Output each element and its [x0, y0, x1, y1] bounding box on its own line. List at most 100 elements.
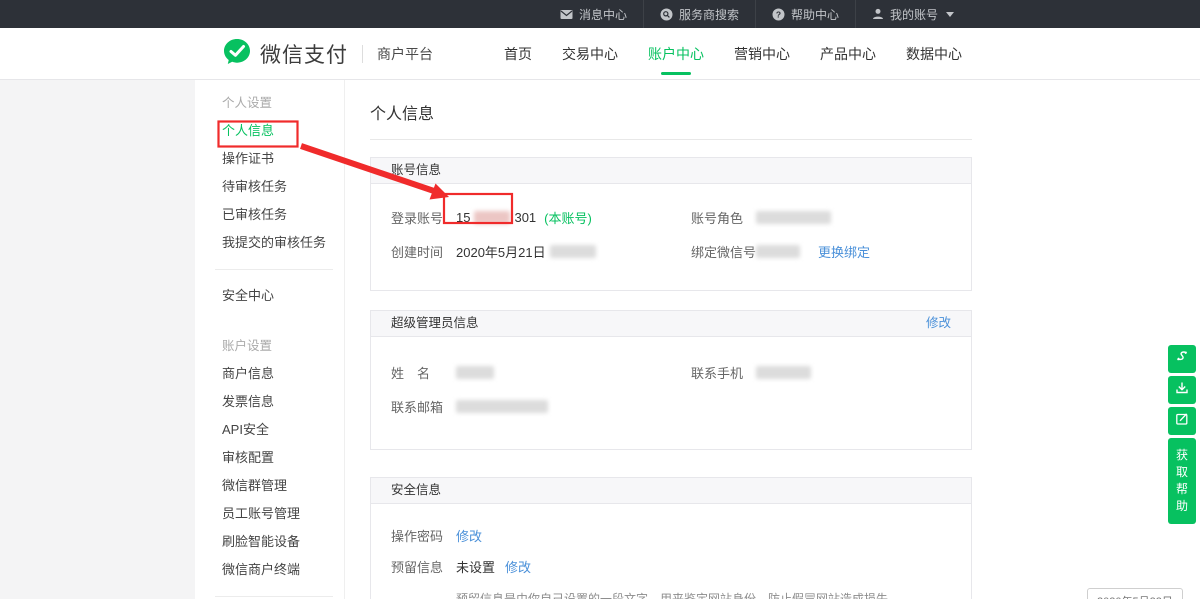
logo-text: 微信支付	[260, 39, 348, 69]
my-account-label: 我的账号	[890, 6, 938, 23]
contact-email-value	[456, 400, 548, 413]
created-time-label: 创建时间	[391, 242, 456, 261]
masked-admin-name	[456, 366, 494, 379]
portal-name: 商户平台	[377, 44, 433, 64]
chevron-down-icon	[946, 12, 954, 17]
account-info-body: 登录账号 15 301 (本账号) 账号角色 创	[371, 184, 971, 290]
account-role-value	[756, 211, 831, 224]
change-binding-link[interactable]: 更换绑定	[818, 242, 870, 261]
my-account-item[interactable]: 我的账号	[855, 0, 970, 28]
top-utility-menu: 消息中心 服务商搜索 ? 帮助中心 我的账号	[544, 0, 970, 28]
contact-phone-value	[756, 366, 811, 379]
main-content: 个人信息 账号信息 登录账号 15 301 (本账号) 账号角色	[370, 80, 972, 599]
date-tooltip: 2020年5月22日	[1087, 588, 1183, 599]
sidebar-item-personal-info[interactable]: 个人信息	[222, 117, 344, 145]
table-row: 登录账号 15 301 (本账号) 账号角色	[371, 200, 971, 234]
sidebar-item-staff-account-management[interactable]: 员工账号管理	[222, 500, 344, 528]
masked-login-middle	[474, 211, 510, 224]
super-admin-header: 超级管理员信息 修改	[371, 311, 971, 337]
left-gutter	[0, 80, 195, 599]
admin-name-value	[456, 366, 494, 379]
login-account-label: 登录账号	[391, 208, 456, 227]
nav-product-center[interactable]: 产品中心	[805, 28, 891, 80]
logo-divider	[362, 45, 363, 63]
feedback-icon	[1174, 411, 1190, 432]
security-info-header: 安全信息	[371, 478, 971, 504]
account-info-title: 账号信息	[391, 158, 441, 183]
sidebar-item-invoice-info[interactable]: 发票信息	[222, 388, 344, 416]
account-info-header: 账号信息	[371, 158, 971, 184]
message-center-item[interactable]: 消息中心	[544, 0, 643, 28]
logo[interactable]: 微信支付 商户平台	[222, 28, 433, 80]
table-row: 创建时间 2020年5月21日 绑定微信号 更换绑定	[371, 234, 971, 268]
top-utility-bar: 消息中心 服务商搜索 ? 帮助中心 我的账号	[0, 0, 1200, 28]
current-account-note: (本账号)	[544, 208, 592, 227]
security-info-body: 操作密码 修改 预留信息 未设置 修改 预留信息是由你自己设置的一段文字，用来鉴…	[371, 504, 971, 599]
nav-account-center[interactable]: 账户中心	[633, 28, 719, 80]
super-admin-title: 超级管理员信息	[391, 311, 479, 336]
sidebar-section-personal-settings: 个人设置	[222, 89, 344, 117]
nav-home[interactable]: 首页	[489, 28, 547, 80]
login-account-value: 15 301 (本账号)	[456, 208, 592, 227]
help-center-item[interactable]: ? 帮助中心	[755, 0, 855, 28]
security-info-section: 安全信息 操作密码 修改 预留信息 未设置 修改 预留信息是由你自己设置的一段文…	[370, 477, 972, 599]
nav-marketing-center[interactable]: 营销中心	[719, 28, 805, 80]
download-button[interactable]	[1168, 376, 1196, 404]
sidebar-item-wechat-group-management[interactable]: 微信群管理	[222, 472, 344, 500]
sidebar-item-api-security[interactable]: API安全	[222, 416, 344, 444]
sidebar-item-security-center[interactable]: 安全中心	[222, 282, 344, 310]
contact-phone-label: 联系手机	[691, 363, 756, 382]
provider-search-item[interactable]: 服务商搜索	[643, 0, 755, 28]
table-row: 预留信息 未设置 修改	[371, 551, 971, 582]
svg-text:?: ?	[776, 9, 781, 19]
floating-toolbar: 获取帮助	[1168, 345, 1196, 524]
nav-transaction-center[interactable]: 交易中心	[547, 28, 633, 80]
account-role-label: 账号角色	[691, 208, 756, 227]
masked-wechat-id	[756, 245, 800, 258]
bound-wechat-label: 绑定微信号	[691, 242, 756, 261]
edit-password-link[interactable]: 修改	[456, 526, 482, 545]
login-number-prefix: 15	[456, 210, 470, 225]
get-help-button[interactable]: 获取帮助	[1168, 438, 1196, 524]
account-info-section: 账号信息 登录账号 15 301 (本账号) 账号角色	[370, 157, 972, 291]
edit-admin-link[interactable]: 修改	[926, 311, 951, 336]
super-admin-body: 姓 名 联系手机 联系邮箱	[371, 337, 971, 449]
masked-account-role	[756, 211, 831, 224]
admin-name-label: 姓 名	[391, 363, 456, 382]
help-icon: ?	[772, 8, 785, 21]
sidebar-item-reviewed-tasks[interactable]: 已审核任务	[222, 201, 344, 229]
sidebar-item-my-submitted-review-tasks[interactable]: 我提交的审核任务	[222, 229, 344, 257]
table-row: 操作密码 修改	[371, 520, 971, 551]
reserved-info-status: 未设置	[456, 557, 495, 576]
security-info-title: 安全信息	[391, 478, 441, 503]
description-line: 预留信息是由你自己设置的一段文字，用来鉴定网站身份，防止假冒网站造成损失。	[456, 590, 971, 599]
feedback-button[interactable]	[1168, 407, 1196, 435]
sidebar-item-operation-certificate[interactable]: 操作证书	[222, 145, 344, 173]
sidebar-item-pending-review-tasks[interactable]: 待审核任务	[222, 173, 344, 201]
sidebar-item-merchant-info[interactable]: 商户信息	[222, 360, 344, 388]
sidebar-section-account-settings: 账户设置	[222, 332, 344, 360]
reserved-info-label: 预留信息	[391, 557, 456, 576]
sidebar-divider	[215, 269, 333, 270]
edit-reserved-info-link[interactable]: 修改	[505, 557, 531, 576]
reserved-info-description: 预留信息是由你自己设置的一段文字，用来鉴定网站身份，防止假冒网站造成损失。 配置…	[456, 590, 971, 599]
page-title: 个人信息	[370, 80, 972, 140]
masked-contact-phone	[756, 366, 811, 379]
service-button[interactable]	[1168, 345, 1196, 373]
nav-data-center[interactable]: 数据中心	[891, 28, 977, 80]
sidebar-item-review-config[interactable]: 审核配置	[222, 444, 344, 472]
main-nav: 首页 交易中心 账户中心 营销中心 产品中心 数据中心	[489, 28, 977, 80]
masked-contact-email	[456, 400, 548, 413]
table-row: 联系邮箱	[371, 389, 971, 423]
table-row: 姓 名 联系手机	[371, 355, 971, 389]
mail-icon	[560, 9, 573, 20]
sidebar-item-face-smart-device[interactable]: 刷脸智能设备	[222, 528, 344, 556]
message-center-label: 消息中心	[579, 6, 627, 23]
provider-search-label: 服务商搜索	[679, 6, 739, 23]
super-admin-section: 超级管理员信息 修改 姓 名 联系手机	[370, 310, 972, 450]
sidebar-item-wechat-merchant-terminal[interactable]: 微信商户终端	[222, 556, 344, 584]
sidebar-spacer	[222, 310, 344, 332]
contact-email-label: 联系邮箱	[391, 397, 456, 416]
bound-wechat-value: 更换绑定	[756, 242, 870, 261]
masked-created-time	[550, 245, 596, 258]
